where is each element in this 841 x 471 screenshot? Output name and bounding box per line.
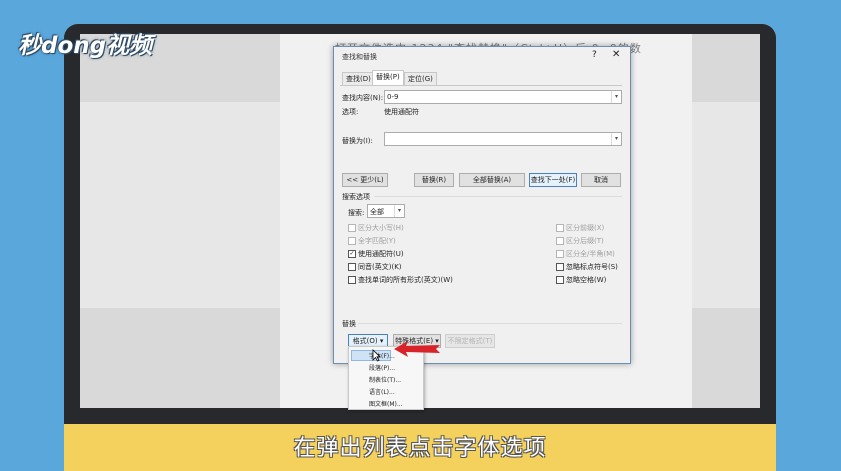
- tab-goto[interactable]: 定位(G): [404, 72, 437, 86]
- tab-divider: [340, 85, 622, 86]
- option-label: 同音(英文)(K): [358, 263, 402, 271]
- find-next-button[interactable]: 查找下一处(F): [529, 173, 577, 187]
- find-label: 查找内容(N):: [342, 94, 384, 102]
- replace-input[interactable]: ▾: [384, 132, 622, 146]
- option-label: 区分全/半角(M): [566, 250, 615, 258]
- search-options-title: 搜索选项: [342, 193, 370, 201]
- caption-text: 在弹出列表点击字体选项: [293, 436, 547, 461]
- checkbox-all-word-forms[interactable]: [348, 276, 356, 284]
- band-left: [80, 102, 280, 308]
- chevron-down-icon[interactable]: ▾: [611, 91, 621, 103]
- checkbox-match-suffix[interactable]: [556, 237, 564, 245]
- red-arrow-icon: [394, 341, 440, 357]
- menu-item-tabs[interactable]: 制表位(T)...: [369, 375, 401, 384]
- search-scope-value: 全部: [370, 208, 384, 216]
- option-label: 忽略标点符号(S): [566, 263, 618, 271]
- checkbox-ignore-whitespace[interactable]: [556, 276, 564, 284]
- checkbox-match-prefix[interactable]: [556, 224, 564, 232]
- option-label: 忽略空格(W): [566, 276, 607, 284]
- option-label: 全字匹配(Y): [358, 237, 396, 245]
- checkbox-whole-word[interactable]: [348, 237, 356, 245]
- close-icon[interactable]: ✕: [612, 49, 620, 60]
- option-label: 区分后缀(T): [566, 237, 604, 245]
- replace-label: 替换为(I):: [342, 137, 373, 145]
- dialog-title: 查找和替换: [342, 53, 377, 61]
- checkbox-match-case[interactable]: [348, 224, 356, 232]
- divider: [374, 196, 622, 197]
- menu-item-frame[interactable]: 图文框(M)...: [369, 399, 403, 408]
- chevron-down-icon[interactable]: ▾: [394, 205, 404, 217]
- checkbox-ignore-punctuation[interactable]: [556, 263, 564, 271]
- search-scope-select[interactable]: 全部 ▾: [367, 204, 405, 218]
- no-formatting-button[interactable]: 不限定格式(T): [445, 334, 495, 348]
- menu-item-paragraph[interactable]: 段落(P)...: [369, 363, 395, 372]
- options-label: 选项:: [342, 108, 359, 116]
- chevron-down-icon[interactable]: ▾: [611, 133, 621, 145]
- option-label: 区分前缀(X): [566, 224, 605, 232]
- menu-item-language[interactable]: 语言(L)...: [369, 387, 395, 396]
- options-value: 使用通配符: [384, 108, 419, 116]
- option-label: 查找单词的所有形式(英文)(W): [358, 276, 453, 284]
- less-button[interactable]: << 更少(L): [342, 173, 388, 187]
- find-replace-dialog: 查找和替换 ? ✕ 查找(D) 替换(P) 定位(G) 查找内容(N): 0-9…: [333, 46, 631, 364]
- tab-replace[interactable]: 替换(P): [372, 70, 404, 86]
- replace-button[interactable]: 替换(R): [414, 173, 454, 187]
- checkbox-sounds-like[interactable]: [348, 263, 356, 271]
- find-value: 0-9: [387, 93, 399, 101]
- band-right: [692, 102, 760, 308]
- logo: 秒dong视频: [18, 33, 153, 59]
- option-label: 区分大小写(H): [358, 224, 404, 232]
- mouse-cursor-icon: [372, 349, 381, 362]
- checkbox-full-half-width[interactable]: [556, 250, 564, 258]
- checkbox-wildcards[interactable]: ✓: [348, 250, 356, 258]
- cancel-button[interactable]: 取消: [581, 173, 621, 187]
- divider: [358, 323, 622, 324]
- replace-section-title: 替换: [342, 320, 356, 328]
- option-label: 使用通配符(U): [358, 250, 404, 258]
- tab-find[interactable]: 查找(D): [342, 72, 375, 86]
- replace-all-button[interactable]: 全部替换(A): [459, 173, 525, 187]
- find-input[interactable]: 0-9 ▾: [384, 90, 622, 104]
- help-button[interactable]: ?: [592, 50, 597, 60]
- search-label: 搜索:: [348, 209, 365, 217]
